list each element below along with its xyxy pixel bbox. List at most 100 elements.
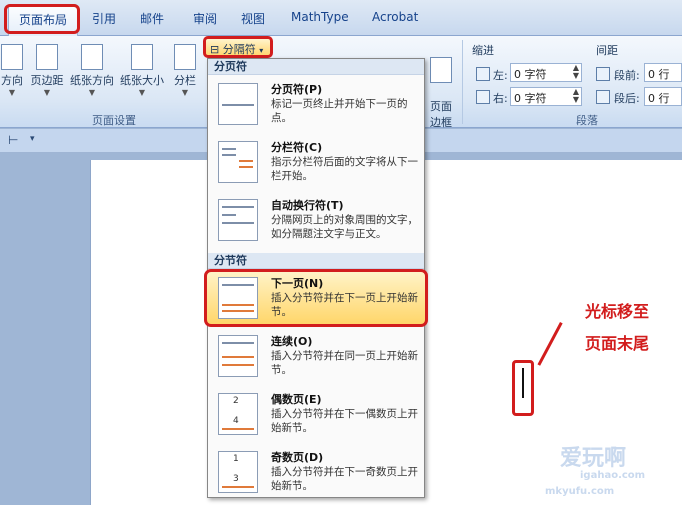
spinner-icon[interactable]: ▲ ▼ (573, 88, 579, 104)
margins-icon (36, 44, 58, 70)
tab-references[interactable]: 引用 (92, 10, 116, 27)
indent-left-value: 0 字符 (514, 68, 547, 81)
menu-item-title: 自动换行符(T) (271, 199, 344, 212)
menu-item-page-break[interactable]: 分页符(P) 标记一页终止并开始下一页的点。 (208, 75, 424, 133)
spacing-after-label: 段后: (614, 92, 640, 105)
menu-item-title: 奇数页(D) (271, 451, 324, 464)
breaks-button[interactable]: ⊟ 分隔符 ▾ (203, 36, 273, 58)
menu-item-desc: 插入分节符并在下一页上开始新节。 (271, 292, 418, 318)
chevron-down-icon: ▼ (43, 88, 51, 97)
tab-mailings[interactable]: 邮件 (140, 10, 164, 27)
menu-item-title: 分页符(P) (271, 83, 323, 96)
chevron-down-icon: ▾ (259, 46, 264, 55)
menu-item-next-page[interactable]: 下一页(N) 插入分节符并在下一页上开始新节。 (204, 269, 428, 327)
menu-item-desc: 指示分栏符后面的文字将从下一栏开始。 (271, 156, 418, 182)
next-page-icon (218, 277, 258, 319)
spacing-after-icon (596, 90, 610, 104)
tab-acrobat[interactable]: Acrobat (372, 10, 418, 24)
menu-item-desc: 标记一页终止并开始下一页的点。 (271, 98, 408, 124)
watermark-brand: mkyufu.com (545, 486, 615, 497)
indent-right-value: 0 字符 (514, 92, 547, 105)
spacing-before-value: 0 行 (648, 68, 670, 81)
margins-label: 页边距 (30, 74, 64, 87)
even-page-icon: 2 4 (218, 393, 258, 435)
chevron-down-icon: ▼ (88, 88, 96, 97)
spacing-after-input[interactable]: 0 行 (644, 87, 682, 106)
ruler-tab-icon[interactable]: ⊢ (8, 133, 18, 147)
watermark-sub: igahao.com (580, 470, 646, 481)
annotation-line1: 光标移至 (585, 302, 650, 321)
column-break-icon (218, 141, 258, 183)
paper-size-label: 纸张大小 (120, 74, 164, 87)
tab-view[interactable]: 视图 (241, 10, 265, 27)
paper-size-icon (131, 44, 153, 70)
page-borders-label: 页面 边框 (430, 100, 452, 129)
indent-title: 缩进 (472, 44, 494, 57)
menu-item-text-wrapping-break[interactable]: 自动换行符(T) 分隔网页上的对象周围的文字，如分隔题注文字与正文。 (208, 191, 424, 249)
menu-item-even-page[interactable]: 2 4 偶数页(E) 插入分节符并在下一偶数页上开始新节。 (208, 385, 424, 443)
odd-page-icon: 1 3 (218, 451, 258, 493)
continuous-icon (218, 335, 258, 377)
spacing-after-value: 0 行 (648, 92, 670, 105)
menu-item-odd-page[interactable]: 1 3 奇数页(D) 插入分节符并在下一奇数页上开始新节。 (208, 443, 424, 501)
spacing-before-label: 段前: (614, 69, 640, 82)
columns-label: 分栏 (174, 74, 196, 87)
page-borders-button[interactable]: 页面 边框 (426, 44, 456, 130)
menu-item-continuous[interactable]: 连续(O) 插入分节符并在同一页上开始新节。 (208, 327, 424, 385)
chevron-down-icon: ▼ (8, 88, 16, 97)
text-wrapping-break-icon (218, 199, 258, 241)
page-borders-icon (430, 57, 452, 83)
icon-number: 4 (233, 416, 239, 426)
chevron-down-icon: ▼ (138, 88, 146, 97)
menu-item-column-break[interactable]: 分栏符(C) 指示分栏符后面的文字将从下一栏开始。 (208, 133, 424, 191)
icon-number: 1 (233, 454, 239, 464)
menu-item-title: 分栏符(C) (271, 141, 323, 154)
ribbon-tab-bar: 页面布局 引用 邮件 审阅 视图 MathType Acrobat (0, 0, 682, 37)
orientation-button[interactable]: 方向 ▼ (0, 44, 26, 97)
menu-item-desc: 插入分节符并在同一页上开始新节。 (271, 350, 418, 376)
tab-review[interactable]: 审阅 (193, 10, 217, 27)
menu-item-desc: 插入分节符并在下一偶数页上开始新节。 (271, 408, 418, 434)
indent-right-label: 右: (493, 92, 508, 105)
paper-size-button[interactable]: 纸张大小 ▼ (118, 44, 166, 97)
indent-right-icon (476, 90, 490, 104)
menu-section-section-breaks: 分节符 (208, 253, 424, 269)
group-label-page-setup: 页面设置 (92, 114, 136, 127)
indent-left-icon (476, 67, 490, 81)
watermark-main: 爱玩啊 (560, 446, 627, 471)
orientation-label: 方向 (1, 74, 23, 87)
group-divider (462, 40, 463, 124)
tab-highlight-box (4, 4, 80, 34)
breaks-icon: ⊟ (210, 43, 220, 56)
spacing-before-input[interactable]: 0 行 (644, 63, 682, 82)
chevron-down-icon[interactable]: ▾ (30, 134, 35, 144)
chevron-down-icon: ▼ (181, 88, 189, 97)
paper-orientation-button[interactable]: 纸张方向 ▼ (68, 44, 116, 97)
paper-orientation-icon (81, 44, 103, 70)
indent-left-input[interactable]: 0 字符 ▲ ▼ (510, 63, 582, 82)
menu-item-desc: 分隔网页上的对象周围的文字，如分隔题注文字与正文。 (271, 214, 418, 240)
breaks-label: 分隔符 (222, 43, 256, 56)
page-break-icon (218, 83, 258, 125)
breaks-menu: 分页符 分页符(P) 标记一页终止并开始下一页的点。 分栏符(C) 指示分栏符后… (204, 58, 428, 501)
tab-mathtype[interactable]: MathType (291, 10, 349, 24)
margins-button[interactable]: 页边距 ▼ (28, 44, 66, 97)
indent-right-input[interactable]: 0 字符 ▲ ▼ (510, 87, 582, 106)
columns-icon (174, 44, 196, 70)
text-cursor (522, 368, 524, 398)
menu-section-page-breaks: 分页符 (208, 59, 424, 75)
annotation-line2: 页面末尾 (585, 334, 650, 353)
spinner-icon[interactable]: ▲ ▼ (573, 64, 579, 80)
icon-number: 3 (233, 474, 239, 484)
menu-item-title: 偶数页(E) (271, 393, 322, 406)
columns-button[interactable]: 分栏 ▼ (170, 44, 200, 97)
menu-item-desc: 插入分节符并在下一奇数页上开始新节。 (271, 466, 418, 492)
paper-orientation-label: 纸张方向 (70, 74, 114, 87)
group-label-paragraph: 段落 (576, 114, 598, 127)
indent-left-label: 左: (493, 69, 508, 82)
orientation-icon (1, 44, 23, 70)
menu-item-title: 连续(O) (271, 335, 313, 348)
spacing-title: 间距 (596, 44, 618, 57)
icon-number: 2 (233, 396, 239, 406)
spacing-before-icon (596, 67, 610, 81)
